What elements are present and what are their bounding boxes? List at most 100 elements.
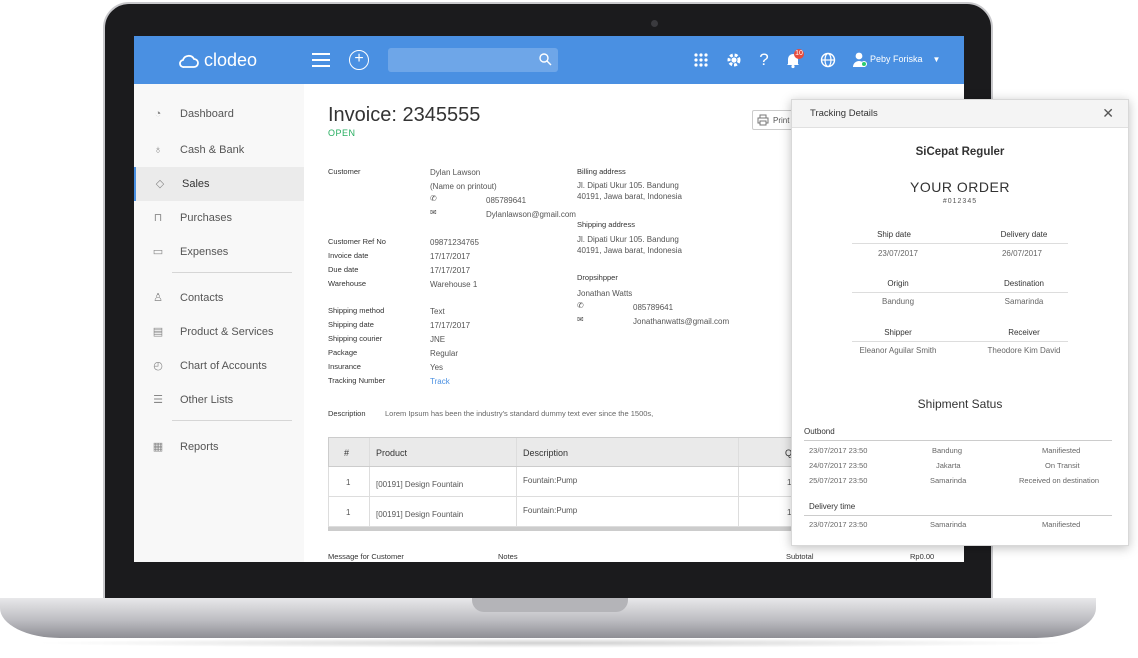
sidebar-item-chart-of-accounts[interactable]: ◴ Chart of Accounts — [134, 349, 304, 383]
report-icon: ▦ — [152, 441, 164, 453]
track-link[interactable]: Track — [430, 377, 450, 386]
order-number: #012345 — [942, 198, 978, 205]
dropshipper-name: Jonathan Watts — [577, 289, 633, 298]
event-status: On Transit — [1045, 461, 1080, 470]
shipper-value: Eleanor Aguilar Smith — [859, 346, 937, 355]
shipping-address-label: Shipping address — [577, 220, 635, 229]
brand-name: clodeo — [204, 50, 258, 70]
receiver-label: Receiver — [1008, 328, 1040, 337]
event-place: Samarinda — [930, 520, 967, 529]
event-time: 24/07/2017 23:50 — [809, 461, 868, 470]
globe-icon[interactable] — [818, 50, 838, 70]
apps-grid-icon[interactable] — [691, 50, 711, 70]
message-for-customer-label: Message for Customer — [328, 552, 404, 561]
customer-phone: 085789641 — [486, 196, 527, 205]
due-date-value: 17/17/2017 — [430, 266, 471, 275]
email-icon: ✉ — [577, 315, 584, 324]
close-icon[interactable]: ✕ — [1102, 106, 1114, 120]
event-time: 23/07/2017 23:50 — [809, 520, 868, 529]
dashboard-icon: ◔ — [154, 108, 162, 120]
table-row[interactable]: 1 [00191] Design Fountain Fountain:Pump … — [328, 467, 848, 497]
phone-icon: ✆ — [430, 194, 437, 203]
user-name: Peby Foriska — [870, 54, 923, 64]
sidebar-item-expenses[interactable]: ▭ Expenses — [134, 235, 304, 269]
search-input[interactable] — [388, 48, 558, 72]
field-label: Shipping courier — [328, 334, 383, 343]
user-menu[interactable]: Peby Foriska ▼ — [852, 51, 940, 67]
tag-icon: ◇ — [155, 178, 165, 190]
subtotal-label: Subtotal — [786, 552, 814, 561]
dropshipper-email: Jonathanwatts@gmail.com — [633, 317, 730, 326]
warehouse-value: Warehouse 1 — [430, 280, 478, 288]
field-label: Warehouse — [328, 279, 367, 288]
brand-logo[interactable]: clodeo — [178, 50, 257, 71]
sidebar-item-dashboard[interactable]: ◔ Dashboard — [134, 97, 304, 131]
search-box — [388, 48, 558, 72]
event-place: Bandung — [932, 446, 963, 455]
event-place: Jakarta — [936, 461, 961, 470]
shipping-method-value: Text — [430, 307, 445, 316]
sidebar-item-sales[interactable]: ◇ Sales — [134, 167, 304, 201]
description-label: Description — [328, 409, 366, 418]
billing-address-line1: Jl. Dipati Ukur 105. Bandung — [577, 181, 679, 190]
field-label: Invoice date — [328, 251, 369, 260]
status-badge: OPEN — [328, 128, 356, 138]
customer-name: Dylan Lawson — [430, 168, 481, 177]
sidebar-item-reports[interactable]: ▦ Reports — [134, 430, 304, 464]
sidebar-item-other-lists[interactable]: ☰ Other Lists — [134, 383, 304, 417]
search-icon[interactable] — [538, 52, 552, 66]
top-bar: clodeo + ? 10 Peby Foriska ▼ — [134, 36, 964, 84]
field-label: Due date — [328, 265, 359, 274]
sidebar-divider — [172, 272, 292, 273]
customer-email: Dylanlawson@gmail.com — [486, 210, 576, 219]
field-label: Customer Ref No — [328, 237, 386, 246]
divider — [804, 440, 1112, 441]
sidebar-item-product-services[interactable]: ▤ Product & Services — [134, 315, 304, 349]
user-avatar-icon — [852, 51, 867, 67]
table-header: # Product Description Qty — [328, 437, 848, 467]
sidebar-item-contacts[interactable]: ♙ Contacts — [134, 281, 304, 315]
outbond-label: Outbond — [804, 427, 835, 436]
sidebar-item-purchases[interactable]: ⊓ Purchases — [134, 201, 304, 235]
shipping-address-line1: Jl. Dipati Ukur 105. Bandung — [577, 235, 679, 244]
shipping-date-value: 17/17/2017 — [430, 321, 471, 330]
sidebar-divider — [172, 420, 292, 421]
plus-icon: + — [354, 50, 364, 67]
ship-date-value: 23/07/2017 — [877, 249, 919, 258]
customer-label: Customer — [328, 167, 361, 176]
customer-ref-value: 09871234765 — [430, 238, 479, 247]
sidebar-item-cash-bank[interactable]: ♁ Cash & Bank — [134, 133, 304, 167]
basket-icon: ⊓ — [153, 212, 163, 224]
shipper-label: Shipper — [884, 328, 912, 337]
cloud-logo-icon — [179, 54, 199, 68]
help-icon[interactable]: ? — [754, 50, 774, 70]
laptop-base-notch — [472, 598, 628, 612]
field-label: Package — [328, 348, 358, 357]
card-icon: ▭ — [152, 246, 164, 258]
dropshipper-phone: 085789641 — [633, 303, 674, 312]
box-icon: ▤ — [152, 326, 164, 338]
add-new-button[interactable]: + — [349, 50, 369, 70]
caret-down-icon: ▼ — [932, 54, 941, 64]
billing-address-label: Billing address — [577, 167, 626, 176]
tracking-title: Tracking Details — [810, 108, 878, 119]
printer-icon — [757, 114, 769, 126]
tracking-details-panel: Tracking Details ✕ SiCepat Reguler YOUR … — [791, 99, 1129, 546]
table-row[interactable]: 1 [00191] Design Fountain Fountain:Pump … — [328, 497, 848, 527]
list-icon: ☰ — [153, 394, 163, 406]
hamburger-menu-icon[interactable] — [312, 53, 330, 67]
event-status: Manifiested — [1042, 446, 1081, 455]
divider — [852, 292, 1068, 293]
pie-icon: ◴ — [153, 360, 163, 372]
event-time: 23/07/2017 23:50 — [809, 446, 868, 455]
notification-badge: 10 — [794, 49, 804, 59]
field-label: Shipping date — [328, 320, 374, 329]
origin-label: Origin — [887, 279, 909, 288]
gear-icon[interactable] — [724, 50, 744, 70]
dropshipper-label: Dropsihpper — [577, 273, 618, 282]
table-scrollbar[interactable] — [328, 527, 848, 531]
delivery-date-label: Delivery date — [1000, 230, 1048, 239]
subtotal-value: Rp0.00 — [910, 552, 935, 561]
person-icon: ♙ — [153, 292, 163, 304]
billing-address-line2: 40191, Jawa barat, Indonesia — [577, 192, 682, 201]
